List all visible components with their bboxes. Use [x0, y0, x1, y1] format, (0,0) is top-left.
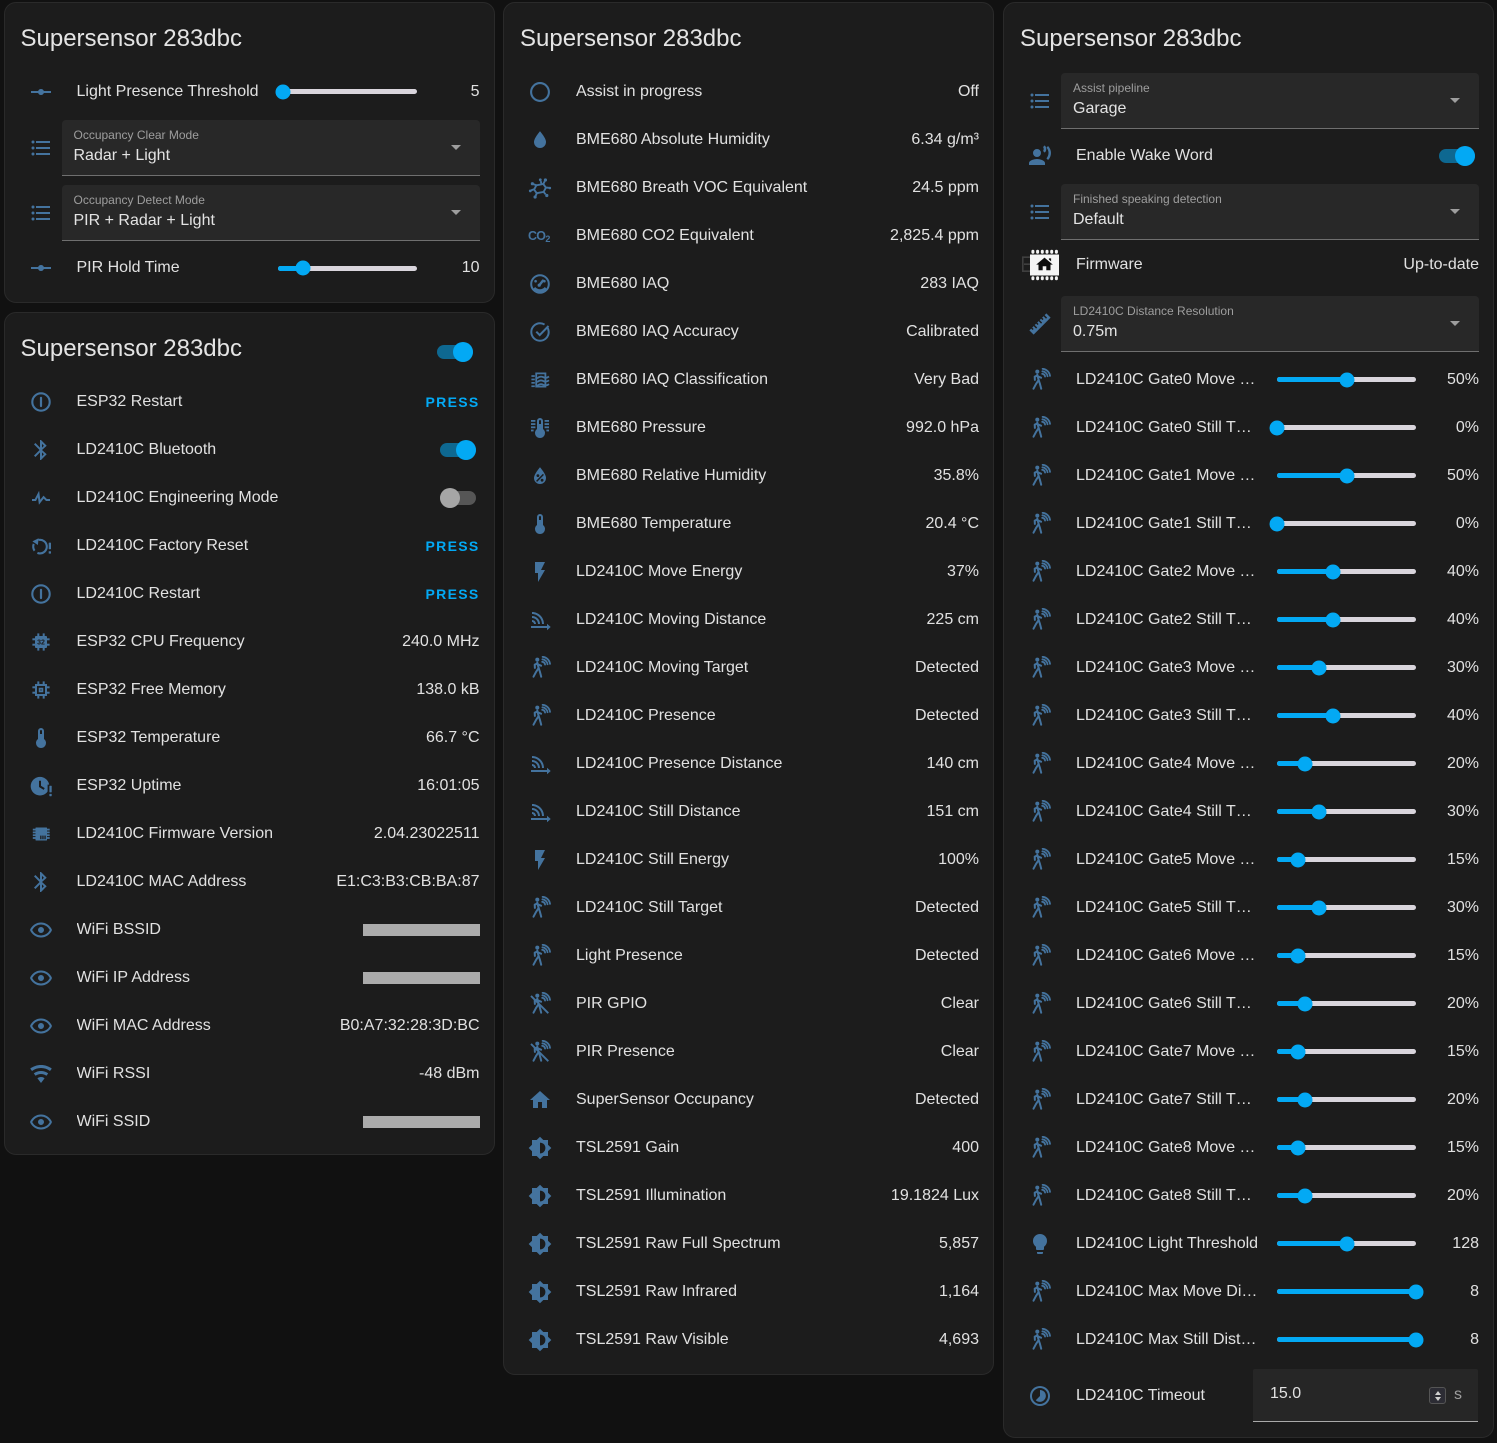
svg-text:CO: CO — [528, 229, 546, 243]
svg-text:2: 2 — [545, 234, 550, 244]
svg-text:32: 32 — [37, 639, 45, 646]
